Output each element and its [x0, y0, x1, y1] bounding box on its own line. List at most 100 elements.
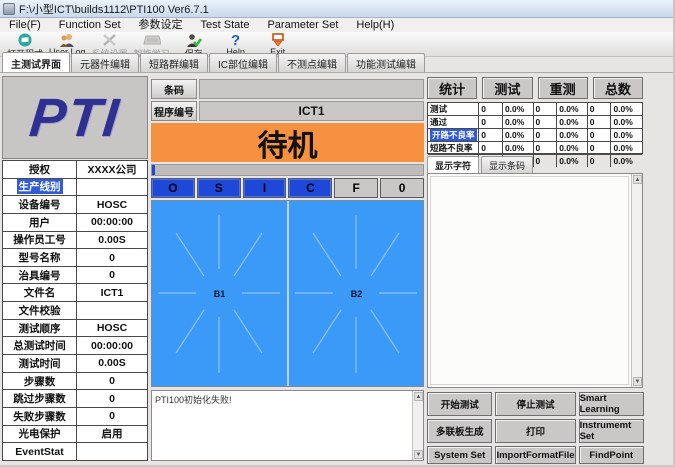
menu-parameter-config[interactable]: 参数设定	[130, 18, 192, 32]
info-row-photoelectric-protection[interactable]: 光电保护 启用	[3, 426, 147, 444]
message-log-box[interactable]: PTI100初始化失败! ▲ ▼	[151, 390, 424, 461]
scroll-down-icon[interactable]: ▼	[414, 450, 423, 459]
instrument-set-button[interactable]: Instrumemt Set	[579, 419, 644, 443]
info-row-skipped-steps[interactable]: 跳过步骤数 0	[3, 390, 147, 408]
menu-test-state[interactable]: Test State	[192, 18, 259, 32]
tab-short-group-edit[interactable]: 短路群编辑	[140, 53, 208, 72]
test-progress-indicator	[152, 165, 155, 175]
tab-notest-point-edit[interactable]: 不测点编辑	[278, 53, 346, 72]
stat-value: 0	[588, 129, 612, 141]
tab-main-test[interactable]: 主测试界面	[2, 52, 70, 72]
info-value	[77, 179, 147, 196]
info-value: 启用	[77, 426, 147, 443]
stat-value: 0	[534, 155, 558, 167]
tab-display-barcode[interactable]: 显示条码	[481, 156, 533, 173]
save-icon	[186, 33, 202, 47]
retest-column-button[interactable]: 重测	[538, 77, 588, 99]
tab-component-edit[interactable]: 元器件编辑	[71, 53, 139, 72]
scroll-down-icon[interactable]: ▼	[633, 377, 642, 386]
stop-test-button[interactable]: 停止测试	[495, 392, 575, 416]
info-row-device-number[interactable]: 设备编号 HOSC	[3, 196, 147, 214]
statistics-table: 测试 0 0.0% 0 0.0% 0 0.0% 通过 0 0.0% 0 0.0%…	[427, 102, 643, 154]
stat-value: 0	[534, 142, 558, 154]
smart-learning-icon	[143, 33, 161, 47]
total-column-button[interactable]: 总数	[593, 77, 643, 99]
result-button-open[interactable]: O	[151, 178, 195, 198]
info-row-step-count[interactable]: 步骤数 0	[3, 373, 147, 391]
info-row-authorization[interactable]: 授权 XXXX公司	[3, 161, 147, 179]
result-button-component[interactable]: C	[288, 178, 332, 198]
window-title: F:\小型ICT\builds1112\PTI100 Ver6.7.1	[19, 1, 209, 17]
info-value: 0.00S	[77, 232, 147, 249]
stat-value: 0.0%	[503, 103, 534, 115]
info-label: 步骤数	[24, 374, 56, 389]
info-row-total-test-time[interactable]: 总测试时间 00:00:00	[3, 337, 147, 355]
menu-parameter-set[interactable]: Parameter Set	[258, 18, 347, 32]
stat-value: 0	[479, 129, 503, 141]
info-row-file-check[interactable]: 文件校验	[3, 302, 147, 320]
board-b2-label: B2	[351, 289, 363, 299]
board-result-buttons: O S I C F 0	[151, 178, 424, 198]
info-label: 型号名称	[19, 250, 61, 265]
result-button-0[interactable]: 0	[380, 178, 424, 198]
multi-board-generate-button[interactable]: 多联板生成	[427, 419, 492, 443]
app-window: F:\小型ICT\builds1112\PTI100 Ver6.7.1 File…	[0, 0, 675, 467]
display-tabstrip: 显示字符 显示条码	[427, 157, 535, 173]
barcode-label: 条码	[151, 79, 197, 99]
info-value: 0.00S	[77, 355, 147, 372]
tab-display-characters[interactable]: 显示字符	[427, 156, 479, 173]
info-row-user[interactable]: 用户 00:00:00	[3, 214, 147, 232]
menu-help[interactable]: Help(H)	[347, 18, 403, 32]
stat-value: 0	[479, 142, 503, 154]
menu-file[interactable]: File(F)	[0, 18, 50, 32]
import-format-file-button[interactable]: ImportFormatFile	[495, 446, 575, 464]
init-failure-message: PTI100初始化失败!	[155, 393, 232, 406]
result-button-f[interactable]: F	[334, 178, 378, 198]
info-row-test-sequence[interactable]: 测试顺序 HOSC	[3, 320, 147, 338]
tab-function-test-edit[interactable]: 功能测试编辑	[347, 53, 425, 72]
stat-row-pass: 通过 0 0.0% 0 0.0% 0 0.0%	[428, 116, 642, 129]
display-box-scrollbar[interactable]: ▲ ▼	[631, 174, 642, 387]
info-row-failed-steps[interactable]: 失败步骤数 0	[3, 408, 147, 426]
stat-value: 0	[588, 103, 612, 115]
info-row-model-name[interactable]: 型号名称 0	[3, 249, 147, 267]
info-row-test-time[interactable]: 测试时间 0.00S	[3, 355, 147, 373]
pti-logo: PTI	[2, 76, 148, 159]
message-log-scrollbar[interactable]: ▲ ▼	[412, 391, 423, 460]
stat-label-selected: 开路不良率	[430, 129, 477, 141]
system-set-button[interactable]: System Set	[427, 446, 492, 464]
info-row-operator-id[interactable]: 操作员工号 0.00S	[3, 232, 147, 250]
stat-label: 测试	[430, 103, 447, 115]
display-character-box[interactable]: ▲ ▼	[427, 173, 643, 388]
stat-value: 0.0%	[503, 142, 534, 154]
scroll-up-icon[interactable]: ▲	[414, 392, 423, 401]
info-value: 00:00:00	[77, 337, 147, 354]
stat-value: 0	[534, 103, 558, 115]
stat-value: 0.0%	[503, 129, 534, 141]
smart-learning-button-2[interactable]: Smart Learning	[579, 392, 644, 416]
info-label: 测试时间	[19, 356, 61, 371]
tab-ic-part-edit[interactable]: IC部位编辑	[209, 53, 277, 72]
stat-value: 0	[479, 103, 503, 115]
info-row-eventstat[interactable]: EventStat	[3, 443, 147, 460]
stats-button[interactable]: 统计	[427, 77, 477, 99]
info-row-file-name[interactable]: 文件名 ICT1	[3, 284, 147, 302]
menu-function-set[interactable]: Function Set	[50, 18, 130, 32]
board-b1: B1	[152, 201, 287, 386]
barcode-input[interactable]	[199, 79, 424, 99]
print-button[interactable]: 打印	[495, 419, 575, 443]
program-number-field[interactable]: ICT1	[199, 101, 424, 121]
start-test-button[interactable]: 开始测试	[427, 392, 492, 416]
info-value: ICT1	[77, 284, 147, 301]
info-row-production-line[interactable]: 生产线别	[3, 179, 147, 197]
result-button-short[interactable]: S	[197, 178, 241, 198]
info-value: 0	[77, 373, 147, 390]
help-icon: ?	[231, 33, 240, 47]
result-button-ic[interactable]: I	[243, 178, 287, 198]
info-row-fixture-number[interactable]: 治具编号 0	[3, 267, 147, 285]
info-label: 文件名	[24, 285, 56, 300]
find-point-button[interactable]: FindPoint	[579, 446, 644, 464]
test-column-button[interactable]: 测试	[482, 77, 532, 99]
scroll-up-icon[interactable]: ▲	[633, 175, 642, 184]
app-icon	[3, 3, 15, 15]
